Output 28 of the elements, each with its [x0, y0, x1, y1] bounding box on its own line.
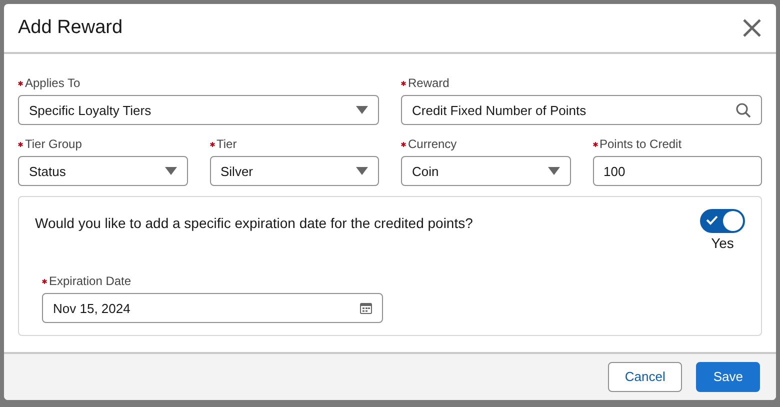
field-label: Tier: [216, 136, 237, 154]
modal-title: Add Reward: [18, 16, 123, 40]
search-icon: [736, 102, 751, 118]
date-field[interactable]: Nov 15, 2024: [42, 293, 383, 324]
calendar-icon: [360, 302, 372, 314]
dropdown-field[interactable]: Silver: [210, 156, 379, 186]
dialog-button[interactable]: Cancel: [608, 362, 682, 392]
field-label: Applies To: [25, 75, 80, 92]
toggle-switch[interactable]: [700, 209, 745, 234]
field-label: Reward: [408, 75, 450, 92]
field-label: Expiration Date: [49, 273, 132, 290]
dropdown-arrow-icon: [548, 167, 560, 176]
toggle-label: Yes: [711, 234, 734, 254]
field-label: Currency: [408, 136, 457, 154]
dropdown-field[interactable]: Coin: [401, 156, 570, 186]
input-field[interactable]: 100: [592, 156, 762, 186]
dropdown-arrow-icon: [356, 167, 368, 176]
dialog-button[interactable]: Save: [696, 362, 760, 392]
dropdown-field[interactable]: Specific Loyalty Tiers: [18, 95, 379, 126]
field-label: Tier Group: [25, 136, 82, 154]
dropdown-arrow-icon: [164, 167, 176, 176]
dropdown-arrow-icon: [356, 106, 368, 114]
field-label: Points to Credit: [600, 136, 682, 154]
checkmark-icon: [706, 215, 718, 226]
search-field[interactable]: Credit Fixed Number of Points: [401, 95, 762, 126]
close-icon[interactable]: [742, 18, 762, 38]
dropdown-field[interactable]: Status: [18, 156, 188, 186]
question-text: Would you like to add a specific expiration date for the credited points?: [35, 214, 473, 234]
